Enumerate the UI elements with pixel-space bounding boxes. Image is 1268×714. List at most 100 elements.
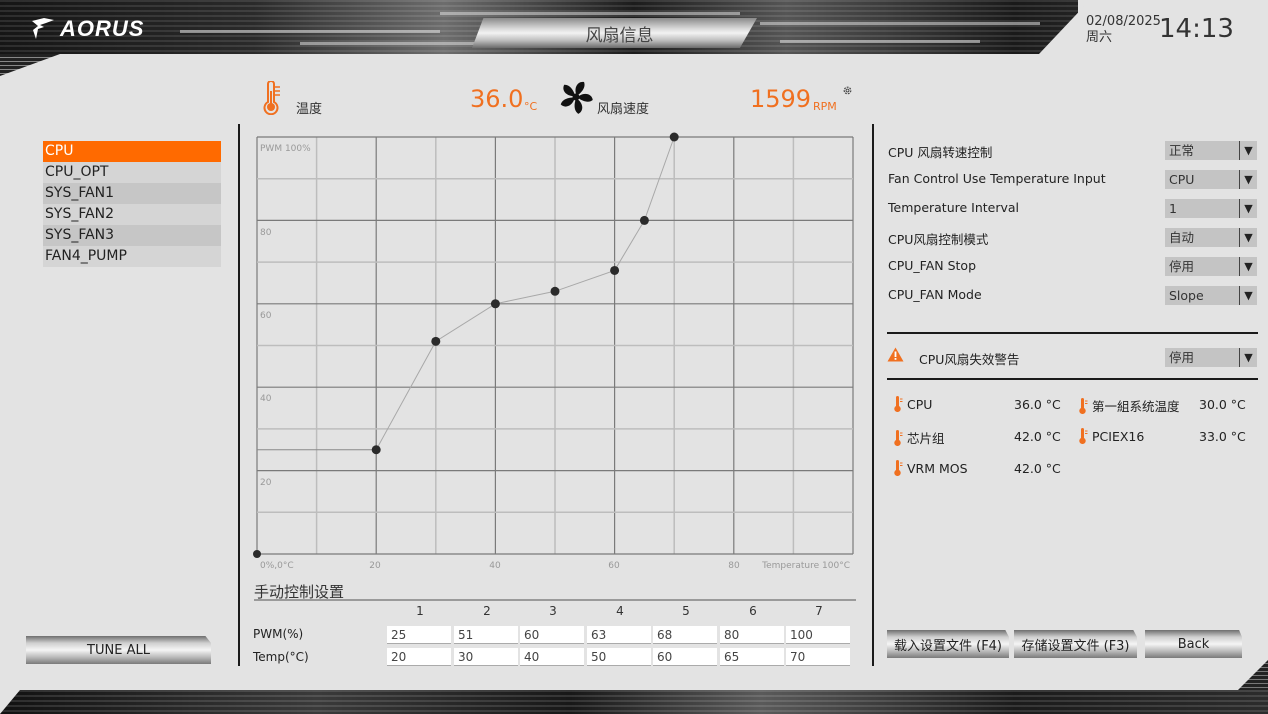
fan-item-cpu-opt[interactable]: CPU_OPT xyxy=(43,162,221,183)
dropdown-arrow-icon: ▼ xyxy=(1239,348,1257,367)
column-header: 7 xyxy=(815,604,823,618)
fan-fail-warning-label: CPU风扇失效警告 xyxy=(919,352,1020,367)
setting-label: Temperature Interval xyxy=(888,200,1020,215)
gear-icon[interactable] xyxy=(842,85,853,96)
weekday: 周六 xyxy=(1086,30,1113,45)
curve-point-0[interactable] xyxy=(253,550,261,558)
save-profile-button[interactable]: 存储设置文件 (F3) xyxy=(1014,630,1137,658)
pwm-input-1[interactable] xyxy=(387,626,451,644)
x-tick-label: 80 xyxy=(728,561,740,571)
fan-stop-select[interactable]: 停用 ▼ xyxy=(1165,257,1257,276)
logo-text: AORUS xyxy=(60,16,145,41)
column-header: 1 xyxy=(416,604,424,618)
sensor-vrm-mos: VRM MOS xyxy=(894,460,968,476)
select-value: 停用 xyxy=(1169,350,1195,365)
curve-point-1[interactable] xyxy=(371,445,381,455)
column-header: 4 xyxy=(616,604,624,618)
sensor-label: CPU xyxy=(907,396,933,412)
section-divider xyxy=(887,332,1258,334)
dropdown-arrow-icon: ▼ xyxy=(1239,141,1257,160)
y-tick-label: 40 xyxy=(260,394,272,404)
temp-input-3[interactable] xyxy=(520,648,584,666)
header-corner-decoration xyxy=(0,54,60,76)
temperature-interval-select[interactable]: 1 ▼ xyxy=(1165,199,1257,218)
temp-input-1[interactable] xyxy=(387,648,451,666)
curve-point-6[interactable] xyxy=(639,215,649,225)
fan-curve-line xyxy=(375,136,675,450)
curve-point-3[interactable] xyxy=(490,299,500,309)
dropdown-arrow-icon: ▼ xyxy=(1239,228,1257,247)
select-value: 自动 xyxy=(1169,230,1195,245)
x-tick-label: 60 xyxy=(608,561,620,571)
aorus-eagle-icon xyxy=(32,18,54,39)
select-value: CPU xyxy=(1169,172,1195,187)
y-tick-label: 20 xyxy=(260,478,272,488)
fan-icon xyxy=(560,81,593,114)
footer-banner xyxy=(0,690,1268,714)
temp-input-6[interactable] xyxy=(720,648,784,666)
temp-input-2[interactable] xyxy=(454,648,518,666)
fan-curve-chart[interactable]: PWM 100% 80 60 40 20 0%,0°C 20 40 60 80 … xyxy=(250,130,862,575)
sensor-label: 第一組系统温度 xyxy=(1092,399,1180,414)
curve-point-4[interactable] xyxy=(550,286,560,296)
select-value: 正常 xyxy=(1169,143,1195,158)
dropdown-arrow-icon: ▼ xyxy=(1239,170,1257,189)
pwm-input-6[interactable] xyxy=(720,626,784,644)
column-header: 2 xyxy=(483,604,491,618)
sensor-chipset: 芯片组 xyxy=(894,428,945,447)
origin-label: 0%,0°C xyxy=(260,561,294,571)
sensor-value: 42.0 °C xyxy=(1014,461,1061,476)
fan-item-sys-fan1[interactable]: SYS_FAN1 xyxy=(43,183,221,204)
temperature-unit: °C xyxy=(524,100,538,113)
temp-input-4[interactable] xyxy=(587,648,651,666)
fan-item-sys-fan2[interactable]: SYS_FAN2 xyxy=(43,204,221,225)
sensor-system1: 第一組系统温度 xyxy=(1079,396,1180,415)
curve-point-2[interactable] xyxy=(431,336,441,346)
sensor-label: VRM MOS xyxy=(907,460,968,476)
section-divider xyxy=(887,378,1258,380)
select-value: Slope xyxy=(1169,288,1204,303)
curve-point-5[interactable] xyxy=(610,265,620,275)
thermometer-icon xyxy=(1079,397,1088,414)
y-axis-label: PWM 100% xyxy=(260,144,311,154)
temp-input-7[interactable] xyxy=(786,648,850,666)
page-title: 风扇信息 xyxy=(585,25,654,46)
warning-icon xyxy=(887,347,904,362)
x-axis-label: Temperature 100°C xyxy=(761,561,850,571)
fan-item-sys-fan3[interactable]: SYS_FAN3 xyxy=(43,225,221,246)
setting-label: CPU 风扇转速控制 xyxy=(888,145,993,160)
temperature-input-select[interactable]: CPU ▼ xyxy=(1165,170,1257,189)
fan-item-fan4-pump[interactable]: FAN4_PUMP xyxy=(43,246,221,267)
curve-point-7[interactable] xyxy=(669,132,679,142)
fan-item-cpu[interactable]: CPU xyxy=(43,141,221,162)
temp-row-label: Temp(°C) xyxy=(253,650,309,664)
thermometer-icon xyxy=(263,81,280,115)
fan-mode-select[interactable]: Slope ▼ xyxy=(1165,286,1257,305)
pwm-input-2[interactable] xyxy=(454,626,518,644)
setting-label: CPU风扇控制模式 xyxy=(888,232,989,247)
fan-speed-value: 1599 xyxy=(750,85,812,113)
pwm-input-5[interactable] xyxy=(653,626,717,644)
fan-speed-control-select[interactable]: 正常 ▼ xyxy=(1165,141,1257,160)
tune-all-button[interactable]: TUNE ALL xyxy=(26,636,211,664)
thermometer-icon xyxy=(894,396,903,412)
clock: 14:13 xyxy=(1159,14,1234,44)
load-profile-button[interactable]: 载入设置文件 (F4) xyxy=(887,630,1009,658)
sensor-label: PCIEX16 xyxy=(1092,428,1145,444)
setting-label: Fan Control Use Temperature Input xyxy=(888,171,1106,186)
pwm-input-3[interactable] xyxy=(520,626,584,644)
date: 02/08/2025 xyxy=(1086,14,1161,29)
fan-speed-label: 风扇速度 xyxy=(597,102,650,117)
thermometer-icon xyxy=(894,460,903,476)
temp-input-5[interactable] xyxy=(653,648,717,666)
temperature-label: 温度 xyxy=(296,102,323,117)
fan-control-mode-select[interactable]: 自动 ▼ xyxy=(1165,228,1257,247)
pwm-input-7[interactable] xyxy=(786,626,850,644)
pwm-input-4[interactable] xyxy=(587,626,651,644)
left-divider xyxy=(238,124,240,666)
setting-label: CPU_FAN Stop xyxy=(888,258,977,273)
fan-fail-warning-select[interactable]: 停用 ▼ xyxy=(1165,348,1257,367)
fan-speed-unit: RPM xyxy=(813,100,837,113)
x-tick-label: 40 xyxy=(489,561,501,571)
back-button[interactable]: Back xyxy=(1145,630,1242,658)
